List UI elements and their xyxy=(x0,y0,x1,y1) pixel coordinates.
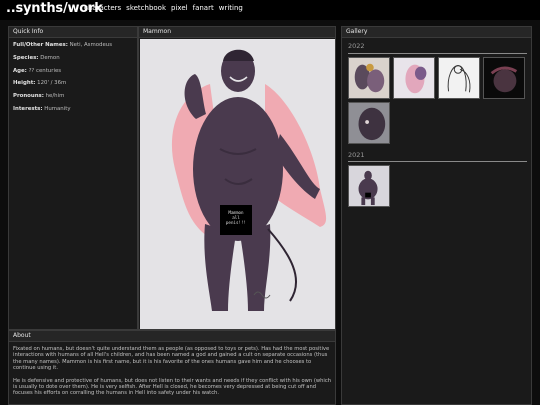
info-label: Interests: xyxy=(13,105,43,112)
censor-box: Mammon all penis!!! xyxy=(220,205,252,235)
character-illustration xyxy=(171,49,327,311)
info-row-pronouns: Pronouns: he/him xyxy=(13,93,133,100)
info-row-names: Full/Other Names: Neti, Asmodeus xyxy=(13,42,133,49)
gallery-thumb[interactable] xyxy=(348,165,390,207)
character-portrait[interactable]: Mammon all penis!!! xyxy=(140,39,335,329)
info-value: he/him xyxy=(45,93,65,100)
info-value: ?? centuries xyxy=(28,67,62,74)
info-row-height: Height: 120' / 36m xyxy=(13,80,133,87)
nav-fanart[interactable]: fanart xyxy=(193,4,214,12)
gallery-panel: Gallery 2022 2021 xyxy=(341,26,532,405)
main-nav: characters sketchbook pixel fanart writi… xyxy=(84,4,243,12)
portrait-panel: Mammon Mammon all penis!!! xyxy=(138,26,336,330)
info-label: Pronouns: xyxy=(13,93,44,100)
year-heading-2022: 2022 xyxy=(348,42,365,50)
portrait-heading: Mammon xyxy=(139,27,335,38)
info-value: Humanity xyxy=(44,105,71,112)
info-row-age: Age: ?? centuries xyxy=(13,68,133,75)
thumb-art xyxy=(447,65,471,93)
thumb-art xyxy=(358,170,378,206)
about-panel: About Fixated on humans, but doesn't qui… xyxy=(8,330,336,405)
about-paragraph: He is defensive and protective of humans… xyxy=(13,377,331,397)
info-label: Species: xyxy=(13,54,39,61)
about-heading: About xyxy=(9,331,335,342)
info-label: Full/Other Names: xyxy=(13,42,68,48)
thumb-art xyxy=(358,107,386,141)
about-paragraph: Fixated on humans, but doesn't quite und… xyxy=(13,346,330,372)
info-label: Height: xyxy=(13,80,36,87)
info-value: 120' / 36m xyxy=(37,80,67,87)
gallery-heading: Gallery xyxy=(342,27,531,38)
quick-info-panel: Quick Info Full/Other Names: Neti, Asmod… xyxy=(8,26,138,330)
gallery-thumb[interactable] xyxy=(438,57,480,99)
info-row-species: Species: Demon xyxy=(13,55,133,62)
info-value: Demon xyxy=(40,54,60,61)
nav-sketchbook[interactable]: sketchbook xyxy=(126,4,166,12)
year-heading-2021: 2021 xyxy=(348,151,365,159)
thumb-art xyxy=(490,66,518,93)
year-divider xyxy=(348,161,527,162)
quick-info-heading: Quick Info xyxy=(9,27,137,38)
thumb-art xyxy=(405,64,427,94)
nav-pixel[interactable]: pixel xyxy=(171,4,188,12)
gallery-thumb[interactable] xyxy=(483,57,525,99)
thumb-art xyxy=(354,63,385,93)
year-divider xyxy=(348,53,527,54)
gallery-thumb[interactable] xyxy=(348,102,390,144)
nav-characters[interactable]: characters xyxy=(84,4,121,12)
gallery-thumb[interactable] xyxy=(348,57,390,99)
top-bar: ..synths/work characters sketchbook pixe… xyxy=(0,0,540,20)
gallery-thumb[interactable] xyxy=(393,57,435,99)
info-label: Age: xyxy=(13,67,27,74)
info-row-interests: Interests: Humanity xyxy=(13,106,133,113)
nav-writing[interactable]: writing xyxy=(219,4,243,12)
info-value: Neti, Asmodeus xyxy=(69,42,113,48)
